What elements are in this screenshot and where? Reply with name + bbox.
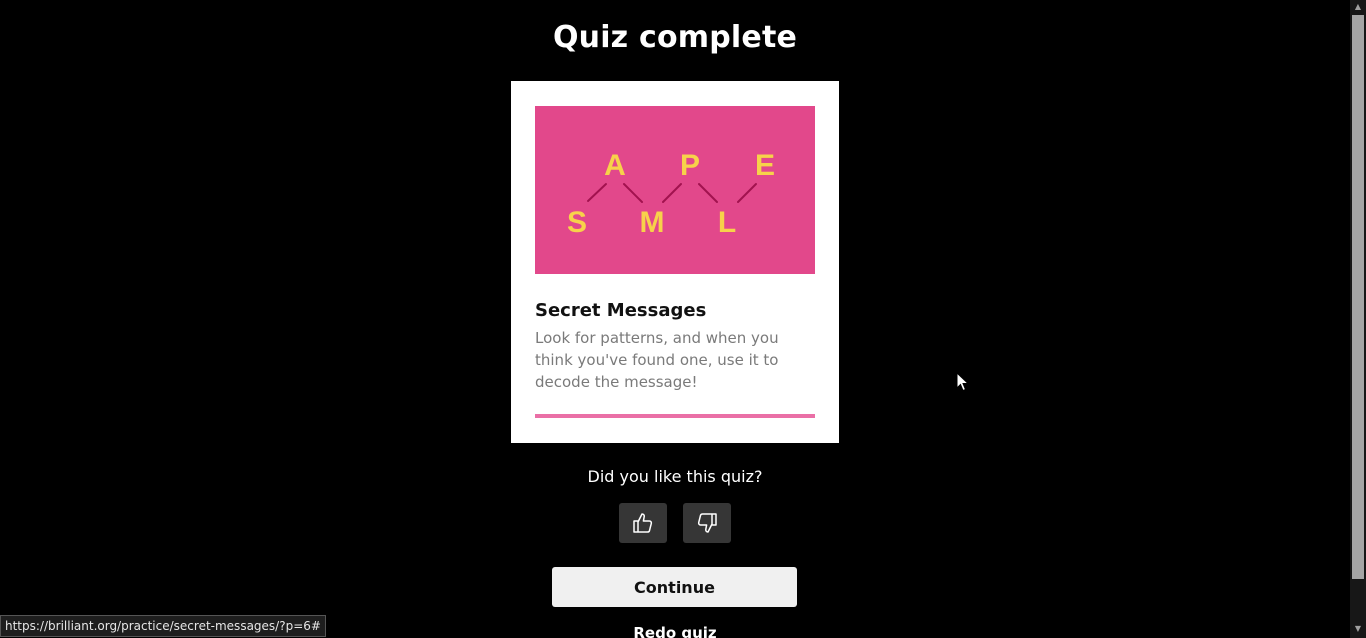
scrollbar-thumb[interactable] (1352, 15, 1364, 579)
letter-top-1: A (604, 149, 626, 182)
zigzag-line (698, 183, 718, 203)
letter-top-3: E (755, 149, 775, 182)
page-title: Quiz complete (552, 20, 798, 55)
zigzag-line (662, 183, 682, 203)
sample-zigzag-illustration: A P E S M L (567, 149, 775, 239)
status-bar-url: https://brilliant.org/practice/secret-me… (0, 615, 326, 637)
letter-top-2: P (680, 149, 700, 182)
card-progress-bar (535, 414, 815, 418)
letter-bottom-3: L (718, 206, 736, 239)
mouse-cursor-icon (956, 371, 970, 396)
card-description: Look for patterns, and when you think yo… (535, 329, 779, 391)
zigzag-line (737, 183, 757, 203)
feedback-question: Did you like this quiz? (587, 467, 763, 486)
thumbs-down-icon (697, 513, 717, 533)
scroll-up-arrow-icon[interactable]: ▲ (1350, 0, 1366, 14)
continue-button[interactable]: Continue (552, 567, 797, 607)
letter-bottom-2: M (640, 206, 665, 239)
vertical-scrollbar[interactable]: ▲ ▼ (1350, 0, 1366, 638)
scroll-down-arrow-icon[interactable]: ▼ (1350, 622, 1366, 636)
card-title: Secret Messages (535, 300, 707, 321)
card-progress-fill (535, 414, 815, 418)
zigzag-line (587, 183, 607, 202)
thumbs-up-icon (633, 513, 653, 533)
thumbs-up-button[interactable] (619, 503, 667, 543)
card-illustration: A P E S M L (535, 106, 815, 274)
zigzag-line (623, 183, 643, 203)
quiz-card[interactable]: A P E S M L Secret Messages Look for pat… (511, 81, 839, 443)
letter-bottom-1: S (567, 206, 587, 239)
thumbs-down-button[interactable] (683, 503, 731, 543)
